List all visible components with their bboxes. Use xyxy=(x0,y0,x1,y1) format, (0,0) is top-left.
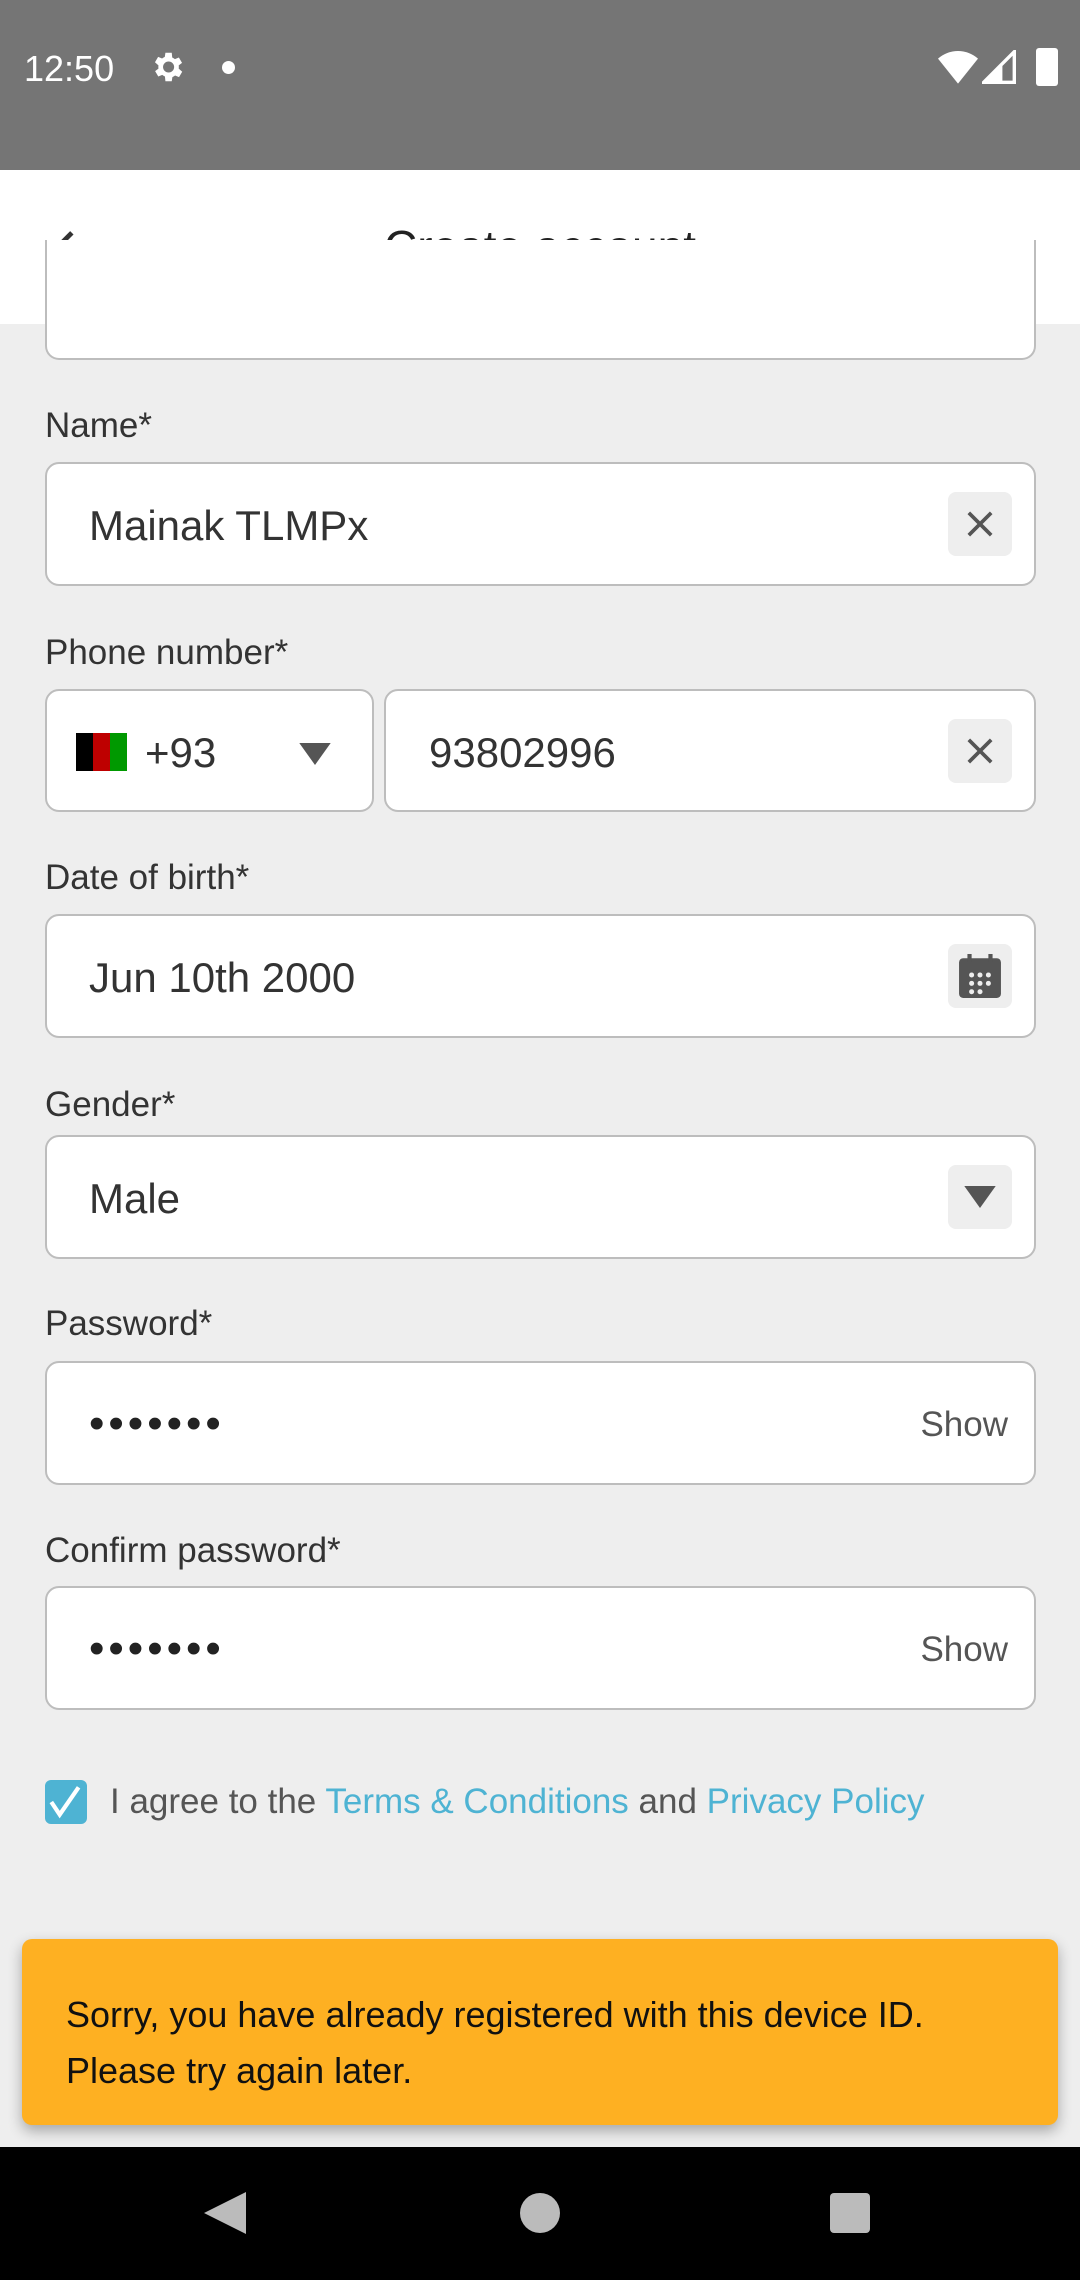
agree-text: I agree to the Terms & Conditions and Pr… xyxy=(110,1782,925,1822)
caret-down-icon xyxy=(964,1186,996,1208)
afghanistan-flag-icon xyxy=(76,733,127,771)
calendar-icon xyxy=(959,954,1001,998)
confirm-password-input[interactable]: ••••••• Show xyxy=(45,1586,1036,1710)
phone-label: Phone number* xyxy=(45,633,289,672)
home-nav-icon[interactable] xyxy=(520,2193,560,2233)
navigation-bar xyxy=(0,2147,1080,2280)
close-icon xyxy=(967,511,993,537)
close-icon xyxy=(967,738,993,764)
back-nav-icon[interactable] xyxy=(204,2191,246,2235)
show-confirm-password-button[interactable]: Show xyxy=(920,1630,1008,1670)
privacy-link[interactable]: Privacy Policy xyxy=(707,1782,925,1821)
password-value: ••••••• xyxy=(89,1399,225,1448)
name-label: Name* xyxy=(45,406,152,445)
battery-icon xyxy=(1036,48,1058,86)
phone-number-value: 93802996 xyxy=(429,729,616,776)
signal-icon xyxy=(982,50,1016,84)
country-code-value: +93 xyxy=(145,729,217,776)
clear-name-button[interactable] xyxy=(948,492,1012,556)
gender-dropdown-button[interactable] xyxy=(948,1165,1012,1229)
agree-checkbox[interactable] xyxy=(45,1780,87,1824)
calendar-button[interactable] xyxy=(948,944,1012,1008)
gender-select[interactable]: Male xyxy=(45,1135,1036,1259)
error-toast: Sorry, you have already registered with … xyxy=(22,1939,1058,2125)
gender-label: Gender* xyxy=(45,1085,176,1124)
dob-input[interactable]: Jun 10th 2000 xyxy=(45,914,1036,1038)
show-password-button[interactable]: Show xyxy=(920,1405,1008,1445)
checkmark-icon xyxy=(49,1786,81,1819)
toast-line-2: Please try again later. xyxy=(66,2050,413,2091)
phone-number-input[interactable]: 93802996 xyxy=(384,689,1036,812)
country-code-select[interactable]: +93 xyxy=(45,689,374,812)
agree-prefix: I agree to the xyxy=(110,1782,326,1821)
previous-field[interactable] xyxy=(45,240,1036,360)
caret-down-icon xyxy=(299,743,331,765)
password-input[interactable]: ••••••• Show xyxy=(45,1361,1036,1485)
clear-phone-button[interactable] xyxy=(948,719,1012,783)
agree-middle: and xyxy=(628,1782,707,1821)
confirm-password-label: Confirm password* xyxy=(45,1531,341,1570)
gender-value: Male xyxy=(89,1175,181,1222)
dob-value: Jun 10th 2000 xyxy=(89,954,356,1001)
settings-icon xyxy=(154,52,183,82)
name-input[interactable]: Mainak TLMPx xyxy=(45,462,1036,586)
confirm-password-value: ••••••• xyxy=(89,1624,225,1673)
notification-dot-icon xyxy=(222,61,235,74)
name-value: Mainak TLMPx xyxy=(89,502,369,549)
dob-label: Date of birth* xyxy=(45,858,250,897)
status-bar: 12:50 xyxy=(0,0,1080,170)
password-label: Password* xyxy=(45,1304,213,1343)
recents-nav-icon[interactable] xyxy=(830,2193,870,2233)
status-time: 12:50 xyxy=(24,48,115,89)
toast-line-1: Sorry, you have already registered with … xyxy=(66,1994,924,2035)
wifi-icon xyxy=(938,51,978,84)
terms-link[interactable]: Terms & Conditions xyxy=(325,1782,628,1821)
